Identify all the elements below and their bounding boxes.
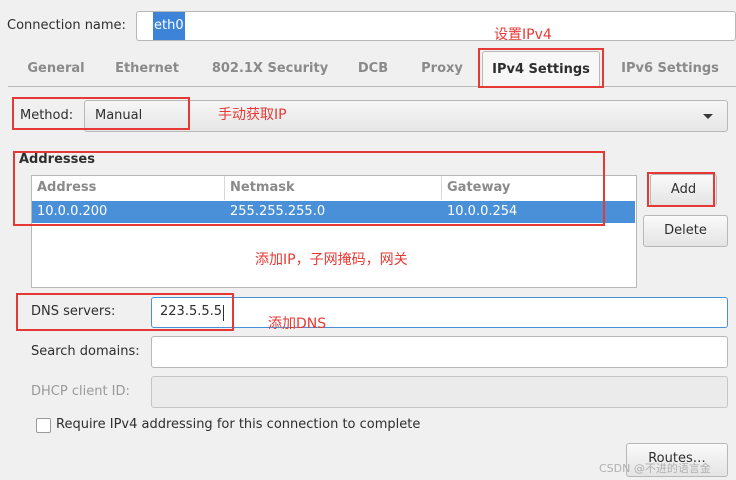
annotation-set-ipv4: 设置IPv4 — [494, 27, 552, 43]
tab-ethernet[interactable]: Ethernet — [106, 51, 188, 86]
search-domains-label: Search domains: — [31, 344, 140, 359]
watermark: CSDN @不进的语言金 — [599, 462, 711, 475]
delete-button[interactable]: Delete — [643, 215, 728, 247]
tab-general[interactable]: General — [18, 51, 94, 86]
tab-ipv6-settings[interactable]: IPv6 Settings — [612, 51, 728, 86]
annotation-add-dns: 添加DNS — [268, 316, 327, 332]
connection-name-value: eth0 — [153, 12, 185, 40]
dns-servers-input[interactable]: 223.5.5.5 — [151, 297, 728, 328]
annotation-box-method — [12, 97, 190, 130]
connection-name-label: Connection name: — [7, 18, 126, 33]
tab-8021x-security[interactable]: 802.1X Security — [204, 51, 336, 86]
annotation-box-dns — [16, 293, 234, 331]
dhcp-client-id-label: DHCP client ID: — [31, 384, 130, 399]
annotation-box-add-button — [647, 172, 715, 207]
annotation-add-ip: 添加IP，子网掩码，网关 — [255, 252, 408, 268]
require-ipv4-label[interactable]: Require IPv4 addressing for this connect… — [56, 417, 420, 432]
annotation-box-addresses — [13, 151, 605, 226]
connection-name-input[interactable]: eth0 — [136, 11, 736, 41]
search-domains-input[interactable] — [151, 336, 728, 368]
annotation-manual-ip: 手动获取IP — [218, 107, 287, 123]
chevron-down-icon — [703, 114, 713, 119]
require-ipv4-checkbox[interactable] — [36, 418, 51, 433]
tab-proxy[interactable]: Proxy — [412, 51, 472, 86]
dhcp-client-id-input — [151, 376, 728, 408]
tab-dcb[interactable]: DCB — [348, 51, 398, 86]
annotation-box-ipv4-tab — [478, 48, 604, 88]
tab-bar: General Ethernet 802.1X Security DCB Pro… — [8, 51, 736, 88]
